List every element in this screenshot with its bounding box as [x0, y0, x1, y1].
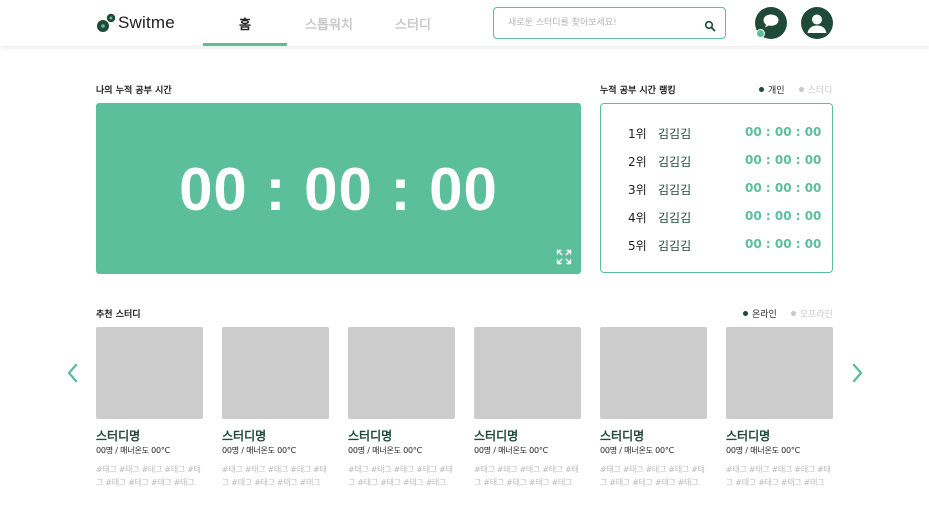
rank-name: 김김김	[658, 211, 692, 225]
recommend-toggle-label: 온라인	[752, 310, 777, 320]
study-thumbnail	[726, 327, 833, 419]
tab-study[interactable]: 스터디	[371, 0, 455, 46]
ranking-toggle-label: 개인	[768, 86, 785, 96]
study-card[interactable]: 스터디명 00명 / 매너온도 00°C #태그 #태그 #태그 #태그 #태그…	[222, 327, 329, 487]
recommend-toggle-label: 오프라인	[799, 310, 833, 320]
ranking-panel: 1위 김김김 00 : 00 : 00 2위 김김김 00 : 00 : 00 …	[600, 103, 833, 273]
chevron-left-icon[interactable]	[65, 362, 81, 384]
study-meta: 00명 / 매너온도 00°C	[726, 446, 801, 455]
rank-name: 김김김	[658, 155, 692, 169]
rank-name: 김김김	[658, 127, 692, 141]
selected-dot-icon	[743, 311, 748, 316]
ranking-toggle: 개인 스터디	[759, 83, 832, 96]
study-meta: 00명 / 매너온도 00°C	[474, 446, 549, 455]
study-card[interactable]: 스터디명 00명 / 매너온도 00°C #태그 #태그 #태그 #태그 #태그…	[600, 327, 707, 487]
ranking-row: 4위 김김김 00 : 00 : 00	[601, 207, 832, 227]
rank-time: 00 : 00 : 00	[745, 181, 822, 195]
unselected-dot-icon	[798, 87, 804, 92]
rank-name: 김김김	[658, 239, 692, 253]
my-time-panel: 00 : 00 : 00	[96, 103, 581, 274]
study-thumbnail	[600, 327, 707, 419]
logo-text: Switme	[118, 13, 175, 32]
rank-time: 00 : 00 : 00	[745, 209, 822, 223]
study-name: 스터디명	[96, 429, 141, 443]
top-nav-bar: Switme 홈 스톱워치 스터디	[0, 0, 929, 46]
rank-position: 4위	[628, 211, 647, 225]
recommend-title: 추천 스터디	[96, 310, 141, 320]
study-tags: #태그 #태그 #태그 #태그 #태그 #태그 #태그 #태그 #태그	[600, 465, 705, 487]
study-tags: #태그 #태그 #태그 #태그 #태그 #태그 #태그 #태그 #태그	[222, 465, 327, 487]
rank-time: 00 : 00 : 00	[745, 237, 822, 251]
unselected-dot-icon	[790, 311, 796, 316]
logo[interactable]: Switme	[96, 12, 175, 34]
study-tags: #태그 #태그 #태그 #태그 #태그 #태그 #태그 #태그 #태그	[96, 465, 201, 487]
rank-position: 2위	[628, 155, 647, 169]
study-meta: 00명 / 매너온도 00°C	[96, 446, 171, 455]
study-thumbnail	[222, 327, 329, 419]
study-name: 스터디명	[726, 429, 771, 443]
study-name: 스터디명	[348, 429, 393, 443]
tab-stopwatch[interactable]: 스톱워치	[287, 0, 371, 46]
study-thumbnail	[474, 327, 581, 419]
ranking-toggle-personal[interactable]: 개인	[759, 83, 785, 96]
study-meta: 00명 / 매너온도 00°C	[222, 446, 297, 455]
ranking-toggle-label: 스터디	[807, 86, 833, 96]
study-tags: #태그 #태그 #태그 #태그 #태그 #태그 #태그 #태그 #태그	[474, 465, 579, 487]
ranking-row: 1위 김김김 00 : 00 : 00	[601, 123, 832, 143]
chevron-right-icon[interactable]	[849, 362, 865, 384]
ranking-title: 누적 공부 시간 랭킹	[600, 86, 676, 96]
search-input[interactable]	[508, 8, 698, 38]
study-card[interactable]: 스터디명 00명 / 매너온도 00°C #태그 #태그 #태그 #태그 #태그…	[726, 327, 833, 487]
study-name: 스터디명	[474, 429, 519, 443]
study-thumbnail	[348, 327, 455, 419]
search-icon[interactable]	[704, 17, 716, 32]
expand-icon[interactable]	[556, 249, 572, 265]
recommend-toggle-online[interactable]: 온라인	[743, 307, 777, 320]
logo-mark-icon	[96, 13, 116, 33]
rank-name: 김김김	[658, 183, 692, 197]
profile-button[interactable]	[801, 7, 833, 39]
ranking-row: 3위 김김김 00 : 00 : 00	[601, 179, 832, 199]
my-time-title: 나의 누적 공부 시간	[96, 86, 172, 96]
tab-home[interactable]: 홈	[203, 0, 287, 46]
rank-time: 00 : 00 : 00	[745, 153, 822, 167]
ranking-row: 5위 김김김 00 : 00 : 00	[601, 235, 832, 255]
user-icon	[801, 14, 833, 39]
rank-position: 5위	[628, 239, 647, 253]
ranking-toggle-study[interactable]: 스터디	[798, 83, 833, 96]
recommend-toggle: 온라인 오프라인	[743, 307, 833, 320]
study-tags: #태그 #태그 #태그 #태그 #태그 #태그 #태그 #태그 #태그	[726, 465, 831, 487]
study-name: 스터디명	[222, 429, 267, 443]
ranking-row: 2위 김김김 00 : 00 : 00	[601, 151, 832, 171]
study-meta: 00명 / 매너온도 00°C	[600, 446, 675, 455]
my-time-timer: 00 : 00 : 00	[179, 156, 498, 223]
study-card[interactable]: 스터디명 00명 / 매너온도 00°C #태그 #태그 #태그 #태그 #태그…	[348, 327, 455, 487]
notification-badge	[756, 29, 765, 38]
study-meta: 00명 / 매너온도 00°C	[348, 446, 423, 455]
study-thumbnail	[96, 327, 203, 419]
study-name: 스터디명	[600, 429, 645, 443]
chat-icon	[762, 13, 780, 33]
search-box	[493, 7, 726, 39]
rank-position: 3위	[628, 183, 647, 197]
recommend-toggle-offline[interactable]: 오프라인	[790, 307, 833, 320]
rank-position: 1위	[628, 127, 647, 141]
study-tags: #태그 #태그 #태그 #태그 #태그 #태그 #태그 #태그 #태그	[348, 465, 453, 487]
study-card[interactable]: 스터디명 00명 / 매너온도 00°C #태그 #태그 #태그 #태그 #태그…	[96, 327, 203, 487]
selected-dot-icon	[759, 87, 764, 92]
study-card[interactable]: 스터디명 00명 / 매너온도 00°C #태그 #태그 #태그 #태그 #태그…	[474, 327, 581, 487]
rank-time: 00 : 00 : 00	[745, 125, 822, 139]
